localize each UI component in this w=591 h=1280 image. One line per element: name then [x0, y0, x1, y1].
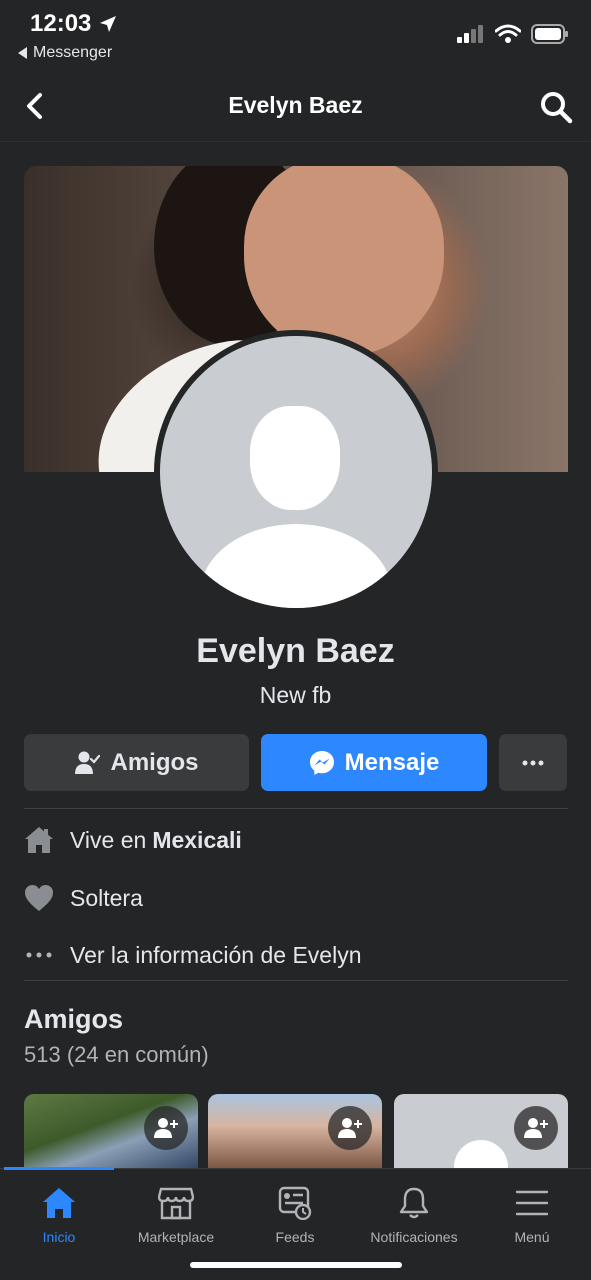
tab-notificaciones[interactable]: Notificaciones [355, 1185, 473, 1245]
marketplace-icon [158, 1185, 194, 1221]
tab-label: Inicio [42, 1229, 76, 1245]
relationship-label: Soltera [70, 884, 143, 911]
signal-icon [457, 25, 483, 43]
avatar-shoulders [200, 524, 392, 608]
lives-in-label: Vive en [70, 826, 147, 853]
ellipsis-icon [522, 760, 544, 765]
bell-icon [396, 1185, 432, 1221]
add-friend-button[interactable] [328, 1106, 372, 1150]
friend-check-icon [75, 751, 101, 774]
tab-label: Menú [514, 1229, 550, 1245]
cover-image-face [244, 166, 444, 356]
tab-feeds[interactable]: Feeds [236, 1185, 354, 1245]
heart-icon [24, 883, 54, 913]
page-title: Evelyn Baez [228, 92, 363, 118]
wifi-icon [495, 24, 521, 43]
tab-marketplace[interactable]: Marketplace [117, 1185, 235, 1245]
message-button[interactable]: Mensaje [261, 734, 487, 791]
add-friend-icon [154, 1118, 178, 1138]
divider [24, 980, 568, 981]
friends-count: 513 (24 en común) [24, 1042, 209, 1067]
time-label: 12:03 [30, 10, 92, 37]
add-friend-button[interactable] [144, 1106, 188, 1150]
friend-tile[interactable] [394, 1094, 568, 1174]
tab-label: Notificaciones [370, 1229, 458, 1245]
add-friend-icon [524, 1118, 548, 1138]
home-icon [41, 1185, 77, 1221]
divider [24, 808, 568, 809]
top-nav: Evelyn Baez [0, 72, 591, 142]
add-friend-icon [338, 1118, 362, 1138]
battery-icon [531, 24, 568, 44]
tab-label: Feeds [275, 1229, 315, 1245]
add-friend-button[interactable] [514, 1106, 558, 1150]
info-see-more[interactable]: Ver la información de Evelyn [24, 935, 362, 975]
tab-menu[interactable]: Menú [473, 1185, 591, 1245]
friends-section-title: Amigos [24, 1004, 124, 1034]
profile-name: Evelyn Baez [196, 632, 395, 670]
info-lives-in: Vive en Mexicali [24, 820, 242, 860]
location-arrow-icon [100, 16, 117, 32]
avatar-head [250, 406, 340, 510]
friend-tile[interactable] [208, 1094, 382, 1174]
back-to-app-link[interactable]: Messenger [18, 44, 112, 62]
tab-inicio[interactable]: Inicio [0, 1185, 118, 1245]
friend-tile[interactable] [24, 1094, 198, 1174]
home-indicator[interactable] [190, 1262, 402, 1268]
default-avatar-silhouette [160, 336, 432, 608]
message-button-label: Mensaje [344, 748, 440, 776]
status-time: 12:03 [30, 10, 117, 38]
back-triangle-icon [18, 47, 27, 59]
status-indicators [457, 24, 569, 44]
ellipsis-icon [24, 940, 54, 970]
friends-button-label: Amigos [110, 748, 199, 776]
menu-icon [514, 1185, 550, 1221]
active-tab-indicator [4, 1167, 114, 1170]
lives-in-city[interactable]: Mexicali [152, 827, 242, 854]
tab-label: Marketplace [137, 1229, 215, 1245]
profile-avatar[interactable] [154, 330, 438, 614]
messenger-icon [309, 750, 334, 775]
search-icon[interactable] [539, 90, 573, 124]
profile-bio: New fb [259, 682, 332, 708]
info-relationship: Soltera [24, 878, 143, 918]
friends-button[interactable]: Amigos [24, 734, 249, 791]
see-info-label: Ver la información de Evelyn [70, 941, 362, 968]
status-bar: 12:03 Messenger [0, 0, 591, 70]
feeds-icon [277, 1185, 313, 1221]
more-options-button[interactable] [499, 734, 567, 791]
back-app-label: Messenger [33, 44, 113, 61]
home-icon [24, 825, 54, 855]
